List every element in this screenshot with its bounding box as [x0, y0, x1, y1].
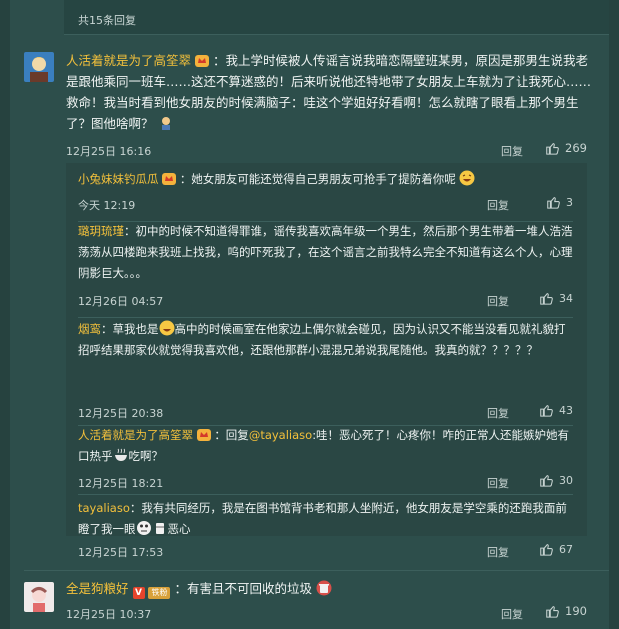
sub-reply-username[interactable]: 人活着就是为了高筌翠	[78, 428, 193, 442]
reply-button[interactable]: 回复	[487, 293, 509, 309]
sub-reply-time: 12月26日 04:57	[78, 295, 164, 308]
crown-badge-icon	[195, 55, 209, 67]
like-button[interactable]: 269	[545, 141, 587, 155]
bowl-emoji-icon	[114, 448, 127, 461]
thumbs-up-icon	[547, 197, 560, 209]
sub-reply-meta: 12月25日 20:38 回复 43	[78, 403, 573, 421]
comment-panel: 共15条回复 人活着就是为了高筌翠 ：我上学时候被人传谣言说我暗恋隔壁班某男，原…	[0, 0, 619, 629]
comment-username[interactable]: 全是狗粮好	[66, 581, 129, 596]
like-button[interactable]: 3	[546, 195, 573, 209]
like-button[interactable]: 190	[545, 604, 587, 618]
laughing-emoji-icon	[459, 170, 475, 186]
reply-count: 共15条回复	[78, 14, 136, 27]
sub-reply: 人活着就是为了高筌翠 ：回复@tayaliaso:哇！恶心死了！心疼你！咋的正常…	[66, 423, 587, 493]
sub-reply-time: 今天 12:19	[78, 199, 136, 212]
reply-button[interactable]: 回复	[487, 197, 509, 213]
comment: 人活着就是为了高筌翠 ：我上学时候被人传谣言说我暗恋隔壁班某男，原因是那男生说我…	[0, 34, 609, 559]
thumbs-up-icon	[546, 606, 559, 618]
like-button[interactable]: 43	[539, 403, 573, 417]
laughing-emoji-icon	[159, 320, 174, 336]
comment-username[interactable]: 人活着就是为了高筌翠	[66, 53, 191, 68]
trash-emoji-icon	[316, 580, 332, 596]
reply-count-header: 共15条回复	[64, 0, 609, 35]
sub-reply-time: 12月25日 17:53	[78, 546, 164, 559]
verified-badge: V	[132, 587, 145, 599]
divider	[78, 494, 573, 495]
sub-reply-text: 小兔妹妹钓瓜瓜 ：她女朋友可能还觉得自己男朋友可抢手了提防着你呢	[78, 169, 573, 190]
sub-reply: 烟鸾：草我也是 高中的时候画室在他家边上偶尔就会碰见，因为认识又不能当没看见就礼貌…	[66, 315, 587, 420]
reply-button[interactable]: 回复	[487, 475, 509, 491]
sub-reply-body: ：初中的时候不知道得罪谁，谣传我喜欢高年级一个男生，然后那个男生带着一堆人浩浩荡…	[78, 224, 573, 280]
thumbs-up-icon	[540, 405, 553, 417]
comment-meta: 12月25日 10:37 回复 190	[66, 604, 587, 622]
sub-reply-body-start: ：草我也是	[101, 322, 159, 336]
avatar[interactable]	[24, 52, 54, 82]
crown-badge-icon	[162, 173, 177, 185]
comment-time: 12月25日 16:16	[66, 145, 152, 158]
comment-text: 全是狗粮好 V 铁粉 ：有害且不可回收的垃圾	[66, 578, 591, 599]
comment-time: 12月25日 10:37	[66, 608, 152, 621]
reply-button[interactable]: 回复	[487, 405, 509, 421]
sub-reply-username[interactable]: 小兔妹妹钓瓜瓜	[78, 172, 159, 186]
sub-reply-body-tail: 恶心	[167, 522, 191, 536]
reply-button[interactable]: 回复	[501, 606, 523, 622]
cup-emoji-icon	[155, 523, 164, 534]
reply-button[interactable]: 回复	[501, 143, 523, 159]
sub-reply-meta: 12月25日 18:21 回复 30	[78, 473, 573, 491]
like-button[interactable]: 34	[539, 291, 573, 305]
sub-reply-time: 12月25日 18:21	[78, 477, 164, 490]
reply-button[interactable]: 回复	[487, 544, 509, 560]
comment-divider	[24, 570, 609, 571]
like-button[interactable]: 67	[539, 542, 573, 556]
sub-reply-list: 小兔妹妹钓瓜瓜 ：她女朋友可能还觉得自己男朋友可抢手了提防着你呢 今天 12:1…	[66, 163, 587, 559]
like-count: 67	[559, 542, 573, 556]
eye-roll-emoji-icon	[136, 521, 151, 535]
sub-reply-time: 12月25日 20:38	[78, 407, 164, 420]
comment-text: 人活着就是为了高筌翠 ：我上学时候被人传谣言说我暗恋隔壁班某男，原因是那男生说我…	[66, 50, 591, 134]
fan-badge: 铁粉	[148, 587, 171, 599]
sub-reply-text: 烟鸾：草我也是 高中的时候画室在他家边上偶尔就会碰见，因为认识又不能当没看见就礼貌…	[78, 319, 573, 361]
like-count: 190	[565, 604, 587, 618]
like-count: 43	[559, 403, 573, 417]
sub-reply-meta: 今天 12:19 回复 3	[78, 195, 573, 213]
thumbs-up-icon	[540, 544, 553, 556]
sub-reply: 璐玥琉瑾：初中的时候不知道得罪谁，谣传我喜欢高年级一个男生，然后那个男生带着一堆…	[66, 219, 587, 319]
comment-meta: 12月25日 16:16 回复 269	[66, 141, 587, 159]
like-count: 34	[559, 291, 573, 305]
sub-reply-text: tayaliaso：我有共同经历，我是在图书馆背书老和那人坐附近，他女朋友是学空…	[78, 498, 573, 540]
like-count: 30	[559, 473, 573, 487]
sub-reply-username[interactable]: 璐玥琉瑾	[78, 224, 124, 238]
mention-link[interactable]: @tayaliaso	[249, 428, 312, 442]
sub-reply: 小兔妹妹钓瓜瓜 ：她女朋友可能还觉得自己男朋友可抢手了提防着你呢 今天 12:1…	[66, 169, 587, 217]
crown-badge-icon	[196, 429, 211, 441]
sub-reply-meta: 12月26日 04:57 回复 34	[78, 291, 573, 309]
sub-reply-body-start: ：回复	[214, 428, 249, 442]
sub-reply: tayaliaso：我有共同经历，我是在图书馆背书老和那人坐附近，他女朋友是学空…	[66, 496, 587, 566]
like-button[interactable]: 30	[539, 473, 573, 487]
comment: 全是狗粮好 V 铁粉 ：有害且不可回收的垃圾 12月25日 10:37 回复 1…	[0, 572, 609, 629]
sub-reply-meta: 12月25日 17:53 回复 67	[78, 542, 573, 560]
sub-reply-text: 人活着就是为了高筌翠 ：回复@tayaliaso:哇！恶心死了！心疼你！咋的正常…	[78, 425, 573, 467]
emoji-icon	[161, 117, 170, 130]
thumbs-up-icon	[546, 143, 559, 155]
like-count: 3	[566, 195, 573, 209]
right-gutter	[609, 0, 619, 629]
sub-reply-body-tail: 吃啊？	[128, 449, 164, 463]
sub-reply-body: ：她女朋友可能还觉得自己男朋友可抢手了提防着你呢	[179, 172, 456, 186]
avatar[interactable]	[24, 582, 54, 612]
thumbs-up-icon	[540, 293, 553, 305]
like-count: 269	[565, 141, 587, 155]
sub-reply-text: 璐玥琉瑾：初中的时候不知道得罪谁，谣传我喜欢高年级一个男生，然后那个男生带着一堆…	[78, 221, 573, 284]
thumbs-up-icon	[540, 475, 553, 487]
sub-reply-username[interactable]: 烟鸾	[78, 322, 101, 336]
comment-body: ：有害且不可回收的垃圾	[174, 581, 312, 596]
sub-reply-username[interactable]: tayaliaso	[78, 501, 130, 515]
